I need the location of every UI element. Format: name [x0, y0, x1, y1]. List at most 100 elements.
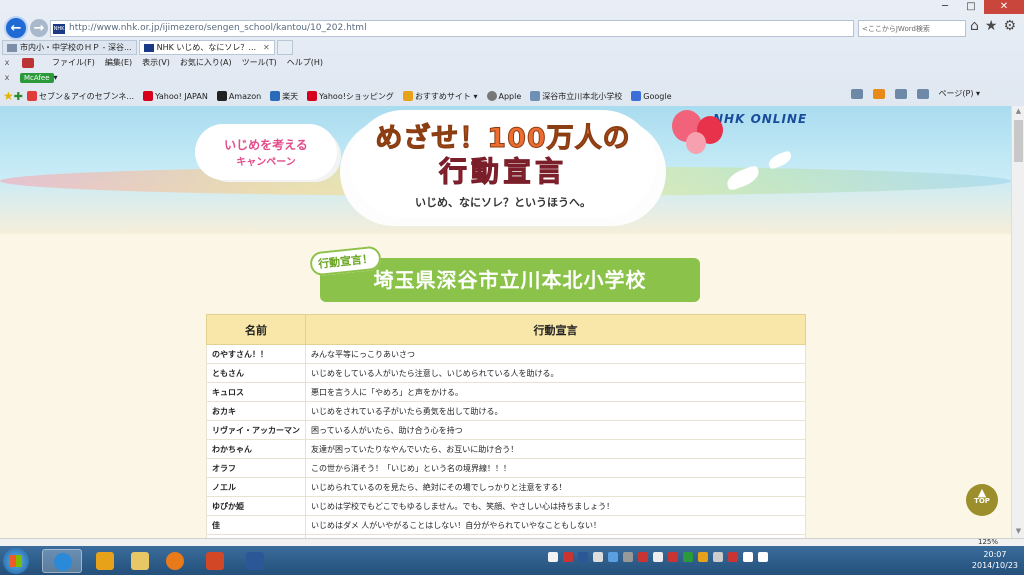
fav-link-yahoo[interactable]: Yahoo! JAPAN [143, 91, 208, 101]
arrow-up-icon: ▲ [977, 486, 987, 499]
favorites-star-icon[interactable]: ★ [985, 18, 998, 34]
tab-close-icon[interactable]: ✕ [263, 43, 270, 52]
media-player-icon [166, 552, 184, 570]
minimize-button[interactable]: ─ [932, 0, 958, 14]
taskbar-clock[interactable]: 20:07 2014/10/23 [972, 549, 1018, 571]
start-button[interactable] [3, 548, 29, 574]
tray-icon[interactable] [713, 552, 723, 562]
mcafee-badge[interactable]: McAfee [20, 72, 54, 83]
declaration-table: 名前 行動宣言 のやすさん！！ みんな平等にっこりあいさつ ともさん いじめをしてい… [206, 314, 806, 538]
address-bar[interactable]: NHK http://www.nhk.or.jp/ijimezero/senge… [50, 20, 854, 37]
row-declaration: 悪口を言う人に「やめろ」と声をかける。 [305, 382, 806, 402]
fav-link-seven[interactable]: セブン＆アイのセブンネ... [26, 91, 134, 102]
forward-button[interactable]: → [30, 19, 48, 37]
fav-link-amazon[interactable]: Amazon [216, 91, 262, 101]
back-to-top-button[interactable]: ▲ TOP [966, 484, 998, 516]
print-icon[interactable] [916, 88, 929, 99]
tray-icon[interactable] [623, 552, 633, 562]
menu-close-icon[interactable]: x [0, 58, 14, 67]
amazon-icon [216, 91, 227, 101]
page-menu[interactable]: ページ(P) ▾ [939, 88, 980, 99]
clock-time: 20:07 [983, 550, 1007, 559]
fav-label: 深谷市立川本北小学校 [542, 91, 623, 101]
dove-icon [766, 150, 794, 170]
column-header-name: 名前 [206, 314, 306, 345]
row-declaration: 友達が困っていたりなやんでいたら、お互いに助け合う！ [305, 439, 806, 459]
tray-icon[interactable] [698, 552, 708, 562]
close-button[interactable]: ✕ [984, 0, 1024, 14]
favorites-star-icon[interactable]: ★ [3, 89, 14, 103]
menu-tools[interactable]: ツール(T) [242, 57, 277, 68]
tray-icon[interactable] [758, 552, 768, 562]
site-favicon: NHK [53, 24, 65, 34]
tray-icon[interactable] [653, 552, 663, 562]
zoom-level[interactable]: 125% [978, 538, 998, 546]
tray-icon[interactable] [593, 552, 603, 562]
taskbar-media-player[interactable] [155, 549, 195, 573]
row-name: ゆぴか姫 [206, 496, 306, 516]
back-button[interactable]: ← [4, 16, 28, 40]
chevron-down-icon[interactable]: ▾ [54, 73, 58, 82]
add-favorite-icon[interactable]: ✚ [14, 90, 23, 103]
google-icon [631, 91, 642, 101]
table-row: ノエル いじめられているのを見たら、絶対にその場でしっかりと注意をする！ [206, 477, 806, 497]
scroll-thumb[interactable] [1014, 120, 1023, 162]
address-url: http://www.nhk.or.jp/ijimezero/sengen_sc… [69, 23, 367, 33]
new-tab-button[interactable] [276, 40, 293, 55]
security-shield-icon [22, 57, 34, 68]
tray-icon[interactable] [638, 552, 648, 562]
ie-icon [54, 553, 72, 571]
row-name: オラフ [206, 458, 306, 478]
taskbar-word[interactable] [235, 549, 275, 573]
nhk-online-logo[interactable]: NHK ONLINE [713, 112, 807, 126]
rss-icon[interactable] [872, 88, 885, 99]
tab-school-list[interactable]: 市内小・中学校のＨＰ - 深谷... [2, 40, 137, 55]
home-icon[interactable] [850, 88, 863, 99]
vertical-scrollbar[interactable]: ▲ ▼ [1011, 106, 1024, 538]
status-bar: 125% [0, 538, 1024, 546]
row-declaration: 困っている人がいたら、助け合う心を持つ [305, 420, 806, 440]
tray-icon[interactable] [578, 552, 588, 562]
fav-link-rakuten[interactable]: 楽天 [270, 91, 298, 102]
menu-bar: x ファイル(F) 編集(E) 表示(V) お気に入り(A) ツール(T) ヘル… [0, 56, 1024, 69]
menu-view[interactable]: 表示(V) [142, 57, 170, 68]
menu-edit[interactable]: 編集(E) [105, 57, 132, 68]
fav-link-school[interactable]: 深谷市立川本北小学校 [530, 91, 622, 102]
tray-icon[interactable] [743, 552, 753, 562]
tray-icon[interactable] [668, 552, 678, 562]
fav-label: 楽天 [282, 91, 299, 101]
tray-icon[interactable] [563, 552, 573, 562]
table-row: ともさん いじめをしている人がいたら注意し、いじめられている人を助ける。 [206, 363, 806, 383]
campaign-cloud: いじめを考える キャンペーン [197, 126, 335, 178]
fav-link-apple[interactable]: Apple [486, 91, 521, 101]
fav-link-google[interactable]: Google [631, 91, 672, 101]
taskbar-ie[interactable] [42, 549, 82, 573]
home-icon[interactable]: ⌂ [970, 18, 979, 34]
row-declaration: みんな平等にっこりあいさつ [305, 344, 806, 364]
fav-label: Amazon [228, 91, 262, 101]
row-declaration: いじめはダメ 人がいやがることはしない！自分がやられていやなこともしない！ [305, 515, 806, 535]
fav-link-recommended[interactable]: おすすめサイト ▾ [402, 91, 478, 102]
scroll-up-icon[interactable]: ▲ [1014, 107, 1023, 117]
tray-icon[interactable] [683, 552, 693, 562]
mail-icon[interactable] [894, 88, 907, 99]
fav-link-yahoo-shopping[interactable]: Yahoo!ショッピング [307, 91, 394, 102]
menu-help[interactable]: ヘルプ(H) [287, 57, 323, 68]
balloon-icon [686, 132, 706, 154]
menu-favorites[interactable]: お気に入り(A) [180, 57, 232, 68]
outlook-icon [96, 552, 114, 570]
taskbar-outlook[interactable] [85, 549, 125, 573]
settings-gear-icon[interactable]: ⚙ [1003, 18, 1016, 34]
maximize-button[interactable]: □ [958, 0, 984, 14]
taskbar-powerpoint[interactable] [195, 549, 235, 573]
search-input[interactable]: <ここからJWord検索 [858, 20, 966, 37]
tray-icon[interactable] [608, 552, 618, 562]
scroll-down-icon[interactable]: ▼ [1014, 527, 1023, 537]
tray-icon[interactable] [728, 552, 738, 562]
row-name: キュロス [206, 382, 306, 402]
menu-file[interactable]: ファイル(F) [52, 57, 95, 68]
taskbar-explorer[interactable] [120, 549, 160, 573]
tab-nhk[interactable]: NHK いじめ、なにソレ？... ✕ [138, 40, 275, 55]
tray-icon[interactable] [548, 552, 558, 562]
mcafee-close-icon[interactable]: x [0, 73, 14, 82]
